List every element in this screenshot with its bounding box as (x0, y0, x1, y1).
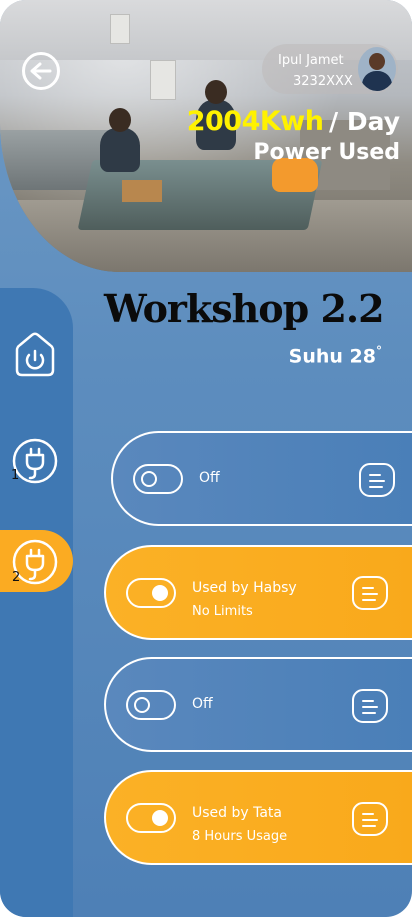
power-usage: 2004Kwh / Day (187, 106, 400, 137)
device-status: Used by Tata (192, 805, 282, 821)
sidebar (0, 288, 73, 917)
power-label: Power Used (253, 140, 400, 165)
power-value: 2004Kwh (186, 106, 324, 137)
temperature-label: Suhu 28 (288, 345, 376, 368)
power-unit: / Day (329, 107, 400, 136)
device-detail: No Limits (192, 604, 253, 619)
device-menu-button[interactable] (359, 463, 395, 497)
photo-wall-sign (110, 14, 130, 44)
back-button[interactable] (22, 52, 60, 90)
device-menu-button[interactable] (352, 802, 388, 836)
device-status: Off (199, 470, 220, 486)
device-card[interactable]: Used by Habsy No Limits (104, 545, 412, 640)
photo-person (100, 108, 140, 172)
user-name: Ipul Jamet (278, 53, 344, 68)
power-toggle[interactable] (126, 578, 176, 608)
power-toggle[interactable] (126, 803, 176, 833)
device-menu-button[interactable] (352, 576, 388, 610)
page-title: Workshop 2.2 (104, 286, 385, 331)
temperature-readout: Suhu 28° (289, 344, 382, 367)
device-detail: 8 Hours Usage (192, 829, 288, 844)
sidebar-item-number: 1 (11, 468, 20, 483)
arrow-left-icon (30, 62, 52, 80)
home-power-icon (15, 332, 55, 377)
avatar[interactable] (358, 47, 396, 91)
temperature-unit: ° (376, 344, 382, 358)
device-status: Used by Habsy (192, 580, 297, 596)
device-status: Off (192, 696, 213, 712)
app-screen: Ipul Jamet 3232XXX 2004Kwh / Day Power U… (0, 0, 412, 917)
device-card[interactable]: Off (111, 431, 412, 526)
sidebar-item-number: 2 (12, 570, 21, 585)
user-id: 3232XXX (293, 74, 353, 89)
power-toggle[interactable] (133, 464, 183, 494)
sidebar-item-home[interactable] (12, 330, 58, 378)
device-menu-button[interactable] (352, 689, 388, 723)
photo-box (122, 180, 162, 202)
power-toggle[interactable] (126, 690, 176, 720)
device-card[interactable]: Used by Tata 8 Hours Usage (104, 770, 412, 865)
device-card[interactable]: Off (104, 657, 412, 752)
photo-door (150, 60, 176, 100)
